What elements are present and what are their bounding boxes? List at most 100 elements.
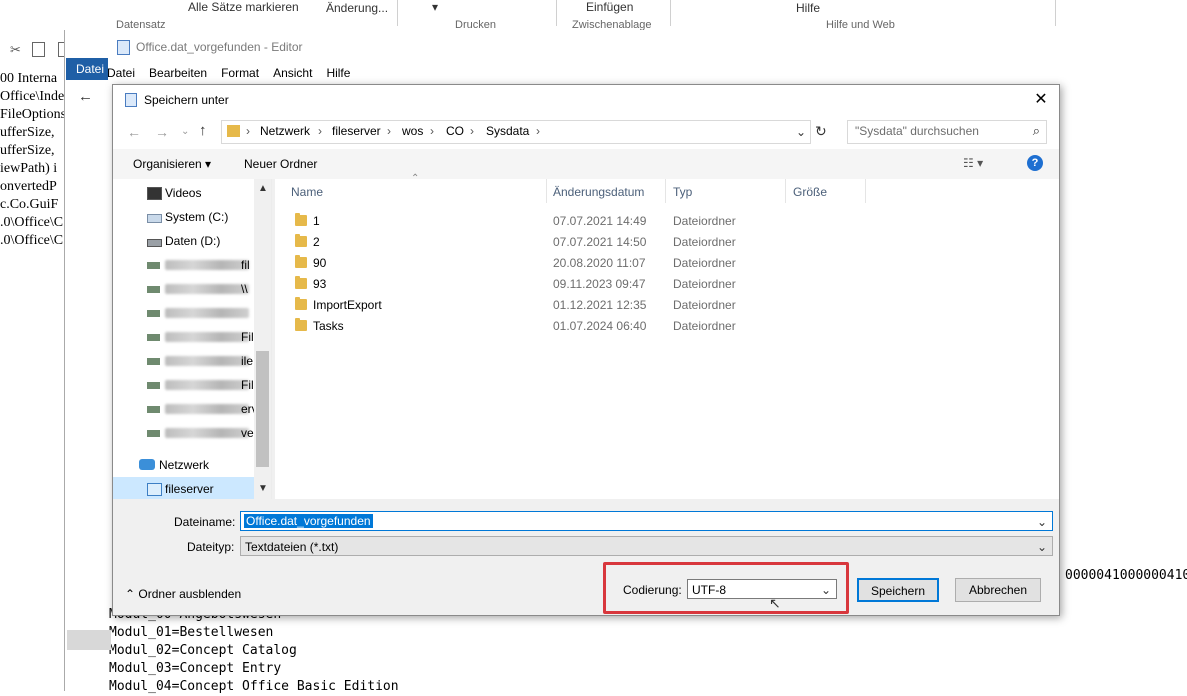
address-dropdown-icon[interactable]: ⌄: [796, 125, 806, 139]
breadcrumb-separator: ›: [318, 124, 322, 138]
list-item[interactable]: 1 07.07.2021 14:49 Dateiordner: [275, 211, 1059, 232]
copy-icon[interactable]: [32, 42, 45, 57]
help-icon[interactable]: ?: [1027, 155, 1043, 171]
dropdown-arrow-icon[interactable]: ▾: [432, 0, 438, 14]
drive-icon: [147, 214, 162, 223]
file-list: ⌃ Name Änderungsdatum Typ Größe 1 07.07.2…: [275, 173, 1059, 499]
refresh-icon[interactable]: ↻: [815, 123, 827, 140]
folder-icon: [295, 297, 307, 310]
network-icon: [139, 459, 155, 470]
filename-dropdown-icon[interactable]: ⌄: [1037, 515, 1047, 529]
cancel-button[interactable]: Abbrechen: [955, 578, 1041, 602]
encoding-highlight-box: [603, 562, 849, 614]
hide-folders-label: Ordner ausblenden: [138, 587, 242, 601]
back-icon[interactable]: ←: [127, 124, 141, 140]
breadcrumb-separator: ›: [387, 124, 391, 138]
folder-icon: [227, 125, 240, 137]
nav-item-videos[interactable]: Videos: [113, 181, 254, 205]
nav-item-daten-d[interactable]: Daten (D:): [113, 229, 254, 253]
filename-value: Office.dat_vorgefunden: [244, 514, 373, 528]
file-tab[interactable]: Datei: [66, 58, 108, 80]
breadcrumb-separator: ›: [536, 124, 540, 138]
ribbon-separator: [1055, 0, 1056, 26]
folder-icon: [295, 318, 307, 331]
nav-item-network-drive[interactable]: \\: [113, 277, 254, 301]
drive-icon: [147, 239, 162, 247]
nav-item-network-drive[interactable]: fil: [113, 253, 254, 277]
network-drive-icon: [147, 382, 160, 389]
column-date[interactable]: Änderungsdatum: [553, 185, 644, 199]
view-options-icon[interactable]: ☷ ▾: [963, 156, 983, 170]
menu-hilfe[interactable]: Hilfe: [319, 62, 357, 84]
menu-ansicht[interactable]: Ansicht: [266, 62, 319, 84]
dialog-toolbar: Organisieren ▾ Neuer Ordner ☷ ▾ ?: [113, 149, 1059, 179]
background-ribbon: Alle Sätze markieren Änderung... ▾ Einfü…: [0, 0, 1187, 31]
filetype-dropdown-icon[interactable]: ⌄: [1037, 540, 1047, 554]
breadcrumb-wos[interactable]: wos: [402, 124, 423, 138]
nav-item-network-drive[interactable]: Fil: [113, 373, 254, 397]
breadcrumb-co[interactable]: CO: [446, 124, 464, 138]
editor-text-lines: Modul_00=Angebotswesen Modul_01=Bestellw…: [109, 607, 399, 694]
scroll-up-icon[interactable]: ▲: [258, 183, 268, 194]
nav-item-system-c[interactable]: System (C:): [113, 205, 254, 229]
list-item[interactable]: 90 20.08.2020 11:07 Dateiordner: [275, 253, 1059, 274]
search-input[interactable]: "Sysdata" durchsuchen ⌕: [847, 120, 1047, 144]
filename-field[interactable]: Office.dat_vorgefunden ⌄: [240, 511, 1053, 531]
column-type[interactable]: Typ: [673, 185, 692, 199]
close-icon[interactable]: ✕: [1023, 85, 1059, 115]
list-item[interactable]: Tasks 01.07.2024 06:40 Dateiordner: [275, 316, 1059, 337]
change-label[interactable]: Änderung...: [326, 1, 388, 15]
scrollbar-thumb[interactable]: [256, 351, 269, 467]
folder-icon: [295, 255, 307, 268]
nav-item-network-drive[interactable]: ve: [113, 421, 254, 445]
breadcrumb-separator: ›: [246, 124, 250, 138]
nav-item-fileserver[interactable]: fileserver: [113, 477, 254, 501]
nav-item-network-drive[interactable]: Fil: [113, 325, 254, 349]
column-name[interactable]: Name: [291, 185, 323, 199]
search-icon[interactable]: ⌕: [1033, 123, 1040, 139]
navigation-pane: Videos System (C:) Daten (D:) fil \\ Fil…: [113, 179, 272, 501]
column-divider[interactable]: [785, 179, 786, 203]
save-button[interactable]: Speichern: [857, 578, 939, 602]
editor-title: Office.dat_vorgefunden - Editor: [136, 40, 303, 54]
organize-button[interactable]: Organisieren ▾: [133, 157, 211, 171]
list-item[interactable]: ImportExport 01.12.2021 12:35 Dateiordner: [275, 295, 1059, 316]
filetype-select[interactable]: Textdateien (*.txt) ⌄: [240, 536, 1053, 556]
paste-label[interactable]: Einfügen: [586, 0, 633, 14]
editor-right-text: 00000410000004100: [1065, 568, 1187, 583]
nav-item-network-drive[interactable]: [113, 301, 254, 325]
column-divider[interactable]: [546, 179, 547, 203]
list-item[interactable]: 2 07.07.2021 14:50 Dateiordner: [275, 232, 1059, 253]
hide-folders-toggle[interactable]: ⌃ Ordner ausblenden: [125, 587, 241, 601]
network-drive-icon: [147, 334, 160, 341]
help-label[interactable]: Hilfe: [796, 1, 820, 15]
column-divider[interactable]: [665, 179, 666, 203]
search-placeholder: "Sysdata" durchsuchen: [855, 124, 979, 138]
up-icon[interactable]: ↑: [199, 122, 207, 139]
scroll-down-icon[interactable]: ▼: [258, 483, 268, 494]
breadcrumb-fileserver[interactable]: fileserver: [332, 124, 381, 138]
menu-bearbeiten[interactable]: Bearbeiten: [142, 62, 214, 84]
nav-scrollbar[interactable]: ▲ ▼: [254, 179, 271, 499]
column-size[interactable]: Größe: [793, 185, 827, 199]
new-folder-button[interactable]: Neuer Ordner: [244, 157, 317, 171]
nav-item-network-drive[interactable]: erv: [113, 397, 258, 421]
column-divider[interactable]: [865, 179, 866, 203]
recent-chevron-icon[interactable]: ⌄: [181, 126, 189, 137]
address-bar[interactable]: › Netzwerk › fileserver › wos › CO › Sys…: [221, 120, 811, 144]
list-item[interactable]: 93 09.11.2023 09:47 Dateiordner: [275, 274, 1059, 295]
notepad-icon: [117, 40, 130, 55]
filetype-value: Textdateien (*.txt): [245, 540, 339, 554]
nav-item-network-drive[interactable]: ile: [113, 349, 254, 373]
folder-icon: [295, 234, 307, 247]
breadcrumb-sysdata[interactable]: Sysdata: [486, 124, 529, 138]
breadcrumb-netzwerk[interactable]: Netzwerk: [260, 124, 310, 138]
nav-item-netzwerk[interactable]: Netzwerk: [113, 453, 254, 477]
menu-format[interactable]: Format: [214, 62, 266, 84]
cut-icon[interactable]: ✂: [10, 42, 21, 58]
background-text-lines: 00 Interna Office\Inde FileOptions uffer…: [0, 71, 67, 248]
forward-icon[interactable]: →: [155, 124, 169, 140]
mark-all-label[interactable]: Alle Sätze markieren: [188, 0, 299, 14]
back-arrow-icon[interactable]: ←: [78, 88, 93, 105]
computer-icon: [147, 483, 162, 496]
